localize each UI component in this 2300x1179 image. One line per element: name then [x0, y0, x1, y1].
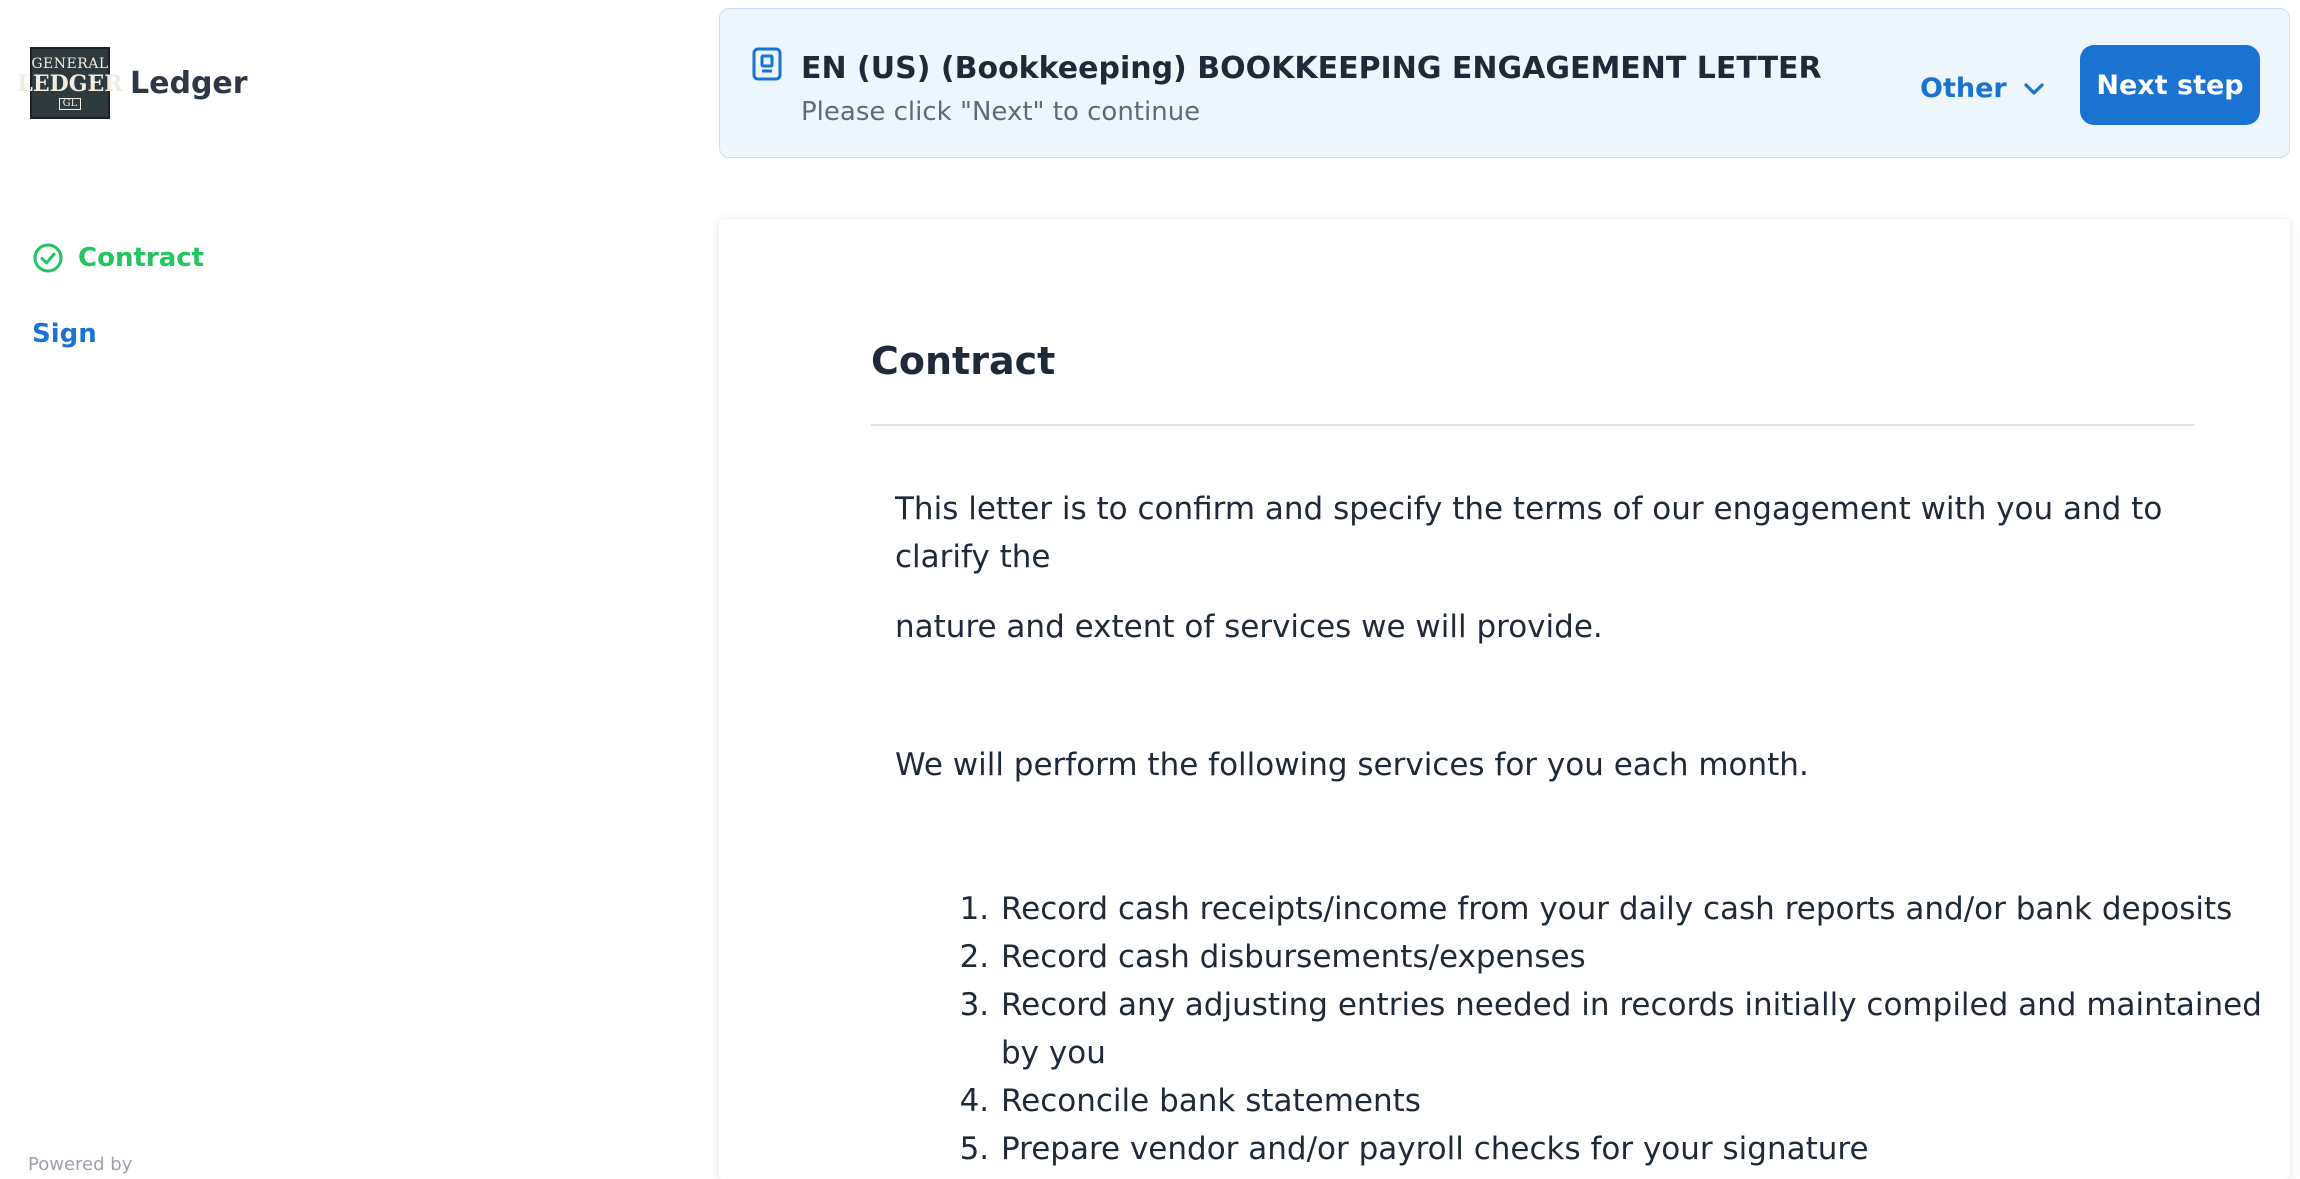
section-title: Contract — [871, 339, 1056, 383]
chevron-down-icon — [2024, 82, 2044, 95]
sidebar: GENERAL LEDGER GL Ledger Contract Sign P… — [0, 0, 700, 1175]
list-item: Record cash disbursements/expenses — [999, 933, 2289, 981]
brand-name: Ledger — [130, 65, 248, 101]
other-dropdown-label: Other — [1920, 73, 2007, 104]
nav-item-label: Sign — [32, 319, 97, 349]
paragraph-intro-line-2: nature and extent of services we will pr… — [895, 609, 1603, 645]
paragraph-services-intro: We will perform the following services f… — [895, 747, 1809, 783]
brand[interactable]: GENERAL LEDGER GL Ledger — [17, 47, 248, 119]
document-subtitle: Please click "Next" to continue — [801, 97, 1201, 127]
general-ledger-logo: GENERAL LEDGER GL — [17, 47, 123, 119]
list-item: Reconcile bank statements — [999, 1077, 2289, 1125]
contract-document: Contract This letter is to confirm and s… — [719, 219, 2290, 1179]
powered-by-text: Powered by — [28, 1154, 133, 1175]
services-list: Record cash receipts/income from your da… — [895, 885, 2289, 1173]
document-icon — [752, 47, 782, 85]
check-circle-icon — [33, 243, 63, 273]
other-dropdown[interactable]: Other — [1920, 73, 2045, 104]
list-item: Record cash receipts/income from your da… — [999, 885, 2289, 933]
section-divider — [871, 424, 2194, 426]
nav-item-contract[interactable]: Contract — [32, 238, 204, 278]
nav-item-label: Contract — [78, 243, 205, 273]
paragraph-intro-line-1: This letter is to confirm and specify th… — [895, 491, 2163, 575]
next-step-button[interactable]: Next step — [2080, 45, 2260, 125]
list-item: Record any adjusting entries needed in r… — [999, 981, 2289, 1077]
document-title: EN (US) (Bookkeeping) BOOKKEEPING ENGAGE… — [801, 51, 1822, 86]
document-header: EN (US) (Bookkeeping) BOOKKEEPING ENGAGE… — [719, 8, 2290, 158]
step-nav: Contract Sign — [32, 238, 204, 390]
nav-item-sign[interactable]: Sign — [32, 314, 204, 354]
